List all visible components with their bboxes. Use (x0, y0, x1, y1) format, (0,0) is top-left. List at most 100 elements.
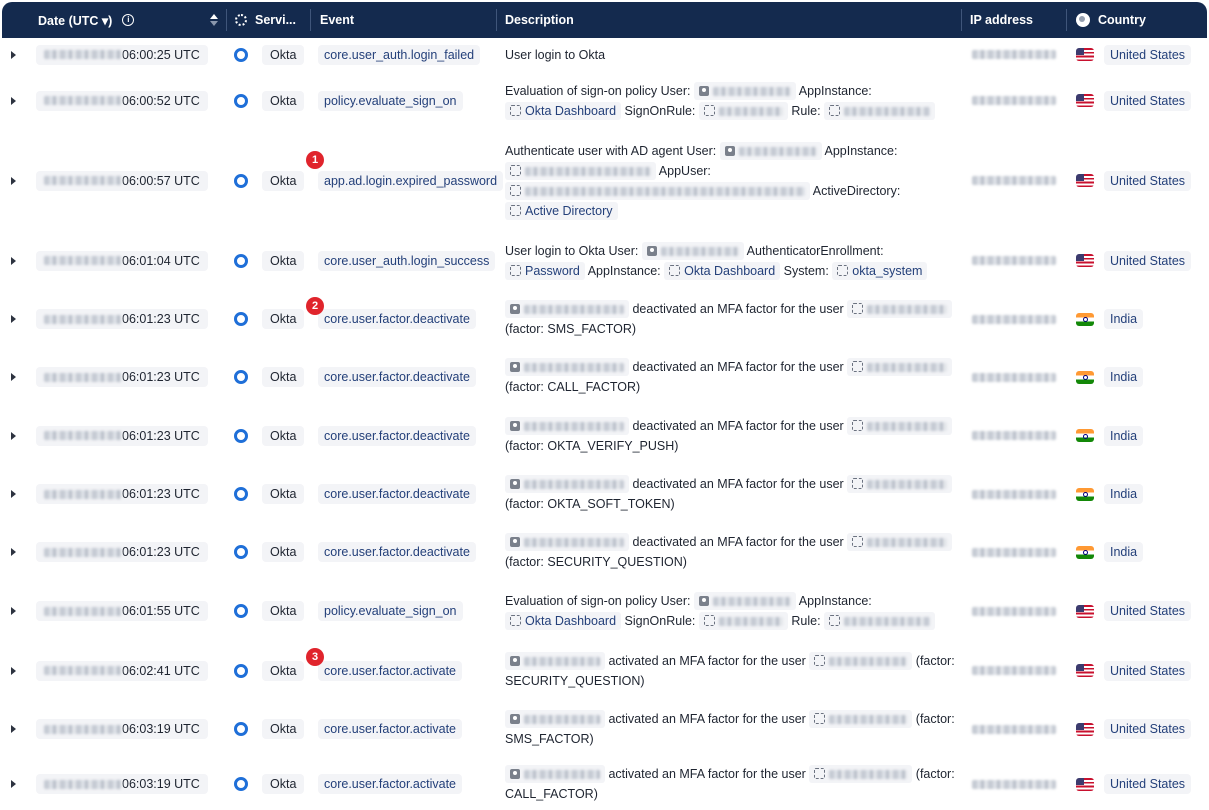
date-chip: 06:01:23 UTC (36, 484, 208, 504)
annotation-marker-1: 1 (306, 151, 324, 169)
column-header-date[interactable]: Date (UTC ▾) i (38, 2, 135, 38)
event-chip[interactable]: policy.evaluate_sign_on (318, 601, 463, 621)
date-chip: 06:02:41 UTC (36, 660, 208, 681)
date-chip: 06:01:04 UTC (36, 250, 208, 271)
event-description: activated an MFA factor for the user (fa… (505, 710, 955, 746)
okta-icon (234, 253, 248, 268)
ip-address (972, 547, 1056, 557)
event-chip[interactable]: core.user.factor.activate (318, 660, 463, 681)
ip-address (972, 372, 1056, 382)
column-header-service[interactable]: Servi... (235, 2, 296, 38)
table-row[interactable]: 1 06:00:57 UTC Okta app.ad.login.expired… (0, 130, 1209, 232)
india-flag-icon (1076, 312, 1094, 326)
okta-icon (234, 663, 248, 678)
event-description: Evaluation of sign-on policy User: AppIn… (505, 591, 936, 631)
ip-address (972, 666, 1056, 675)
event-chip[interactable]: core.user.factor.activate (318, 719, 463, 739)
date-chip: 06:01:23 UTC (36, 425, 208, 446)
us-flag-icon (1076, 722, 1094, 736)
column-header-description[interactable]: Description (505, 2, 574, 38)
column-header-ip[interactable]: IP address (970, 2, 1033, 38)
expand-row-icon[interactable] (11, 607, 16, 615)
event-chip[interactable]: core.user.factor.deactivate (318, 484, 476, 504)
event-description: User login to Okta User: AuthenticatorEn… (505, 241, 928, 281)
date-chip: 06:01:55 UTC (36, 601, 208, 621)
india-flag-icon (1076, 370, 1094, 384)
ip-address (972, 314, 1056, 324)
ip-address (972, 50, 1056, 59)
ip-address (972, 176, 1056, 185)
ip-address (972, 606, 1056, 616)
table-row[interactable]: 06:01:23 UTC Okta core.user.factor.deact… (0, 348, 1209, 407)
event-chip[interactable]: core.user.factor.deactivate (318, 367, 476, 387)
table-row[interactable]: 06:03:19 UTC Okta core.user.factor.activ… (0, 700, 1209, 759)
expand-row-icon[interactable] (11, 256, 16, 265)
expand-row-icon[interactable] (11, 490, 16, 498)
event-description: deactivated an MFA factor for the user (… (505, 474, 953, 514)
column-header-event[interactable]: Event (320, 2, 354, 38)
table-row[interactable]: 06:01:04 UTC Okta core.user_auth.login_s… (0, 231, 1209, 291)
expand-row-icon[interactable] (11, 373, 16, 381)
event-chip[interactable]: core.user.factor.deactivate (318, 542, 476, 562)
event-chip[interactable]: policy.evaluate_sign_on (318, 90, 463, 111)
event-chip[interactable]: core.user.factor.deactivate (318, 309, 476, 329)
table-row[interactable]: 3 06:02:41 UTC Okta core.user.factor.act… (0, 641, 1209, 701)
sort-control[interactable] (204, 2, 218, 38)
event-chip[interactable]: core.user.factor.deactivate (318, 425, 476, 446)
event-chip[interactable]: core.user_auth.login_success (318, 250, 496, 271)
event-chip[interactable]: app.ad.login.expired_password (318, 170, 504, 191)
okta-icon (234, 604, 248, 618)
event-chip[interactable]: core.user_auth.login_failed (318, 44, 481, 65)
ad-entity[interactable]: Active Directory (505, 201, 618, 220)
event-description: Evaluation of sign-on policy User: AppIn… (505, 81, 936, 121)
okta-icon (234, 777, 248, 791)
okta-icon (234, 370, 248, 384)
event-chip[interactable]: core.user.factor.activate (318, 774, 463, 794)
expand-row-icon[interactable] (11, 176, 16, 185)
okta-icon (234, 487, 248, 501)
annotation-marker-3: 3 (306, 648, 324, 666)
expand-row-icon[interactable] (11, 431, 16, 440)
table-row[interactable]: 06:03:19 UTC Okta core.user.factor.activ… (0, 758, 1209, 810)
app-entity[interactable]: Okta Dashboard (505, 101, 622, 120)
app-entity[interactable]: Okta Dashboard (505, 612, 622, 630)
us-flag-icon (1076, 48, 1094, 61)
table-row[interactable]: 2 06:01:23 UTC Okta core.user.factor.dea… (0, 290, 1209, 349)
table-row[interactable]: 06:01:23 UTC Okta core.user.factor.deact… (0, 406, 1209, 466)
column-header-country[interactable]: Country (1076, 2, 1146, 38)
annotation-marker-2: 2 (306, 297, 324, 315)
ip-address (972, 724, 1056, 734)
ip-address (972, 779, 1056, 789)
event-description: Authenticate user with AD agent User: Ap… (505, 141, 901, 220)
date-chip: 06:01:23 UTC (36, 367, 208, 387)
expand-row-icon[interactable] (11, 780, 16, 788)
date-chip: 06:00:25 UTC (36, 44, 208, 65)
event-description: deactivated an MFA factor for the user (… (505, 299, 953, 339)
expand-row-icon[interactable] (11, 548, 16, 556)
expand-row-icon[interactable] (11, 96, 16, 105)
expand-row-icon[interactable] (11, 725, 16, 733)
expand-row-icon[interactable] (11, 666, 16, 675)
table-row[interactable]: 06:01:23 UTC Okta core.user.factor.deact… (0, 465, 1209, 524)
event-description: activated an MFA factor for the user (fa… (505, 765, 955, 801)
info-icon[interactable]: i (122, 14, 135, 26)
event-description: deactivated an MFA factor for the user (… (505, 416, 953, 456)
table-row[interactable]: 06:00:52 UTC Okta policy.evaluate_sign_o… (0, 71, 1209, 131)
table-row[interactable]: 06:01:23 UTC Okta core.user.factor.deact… (0, 523, 1209, 582)
table-row[interactable]: 06:00:25 UTC Okta core.user_auth.login_f… (0, 38, 1209, 72)
password-entity[interactable]: Password (505, 261, 585, 280)
expand-row-icon[interactable] (11, 50, 16, 59)
system-entity[interactable]: okta_system (832, 261, 928, 280)
sort-icon (210, 14, 218, 26)
app-entity[interactable]: Okta Dashboard (664, 261, 781, 280)
expand-row-icon[interactable] (11, 315, 16, 323)
date-chip: 06:01:23 UTC (36, 309, 208, 329)
india-flag-icon (1076, 429, 1094, 442)
us-flag-icon (1076, 604, 1094, 618)
date-chip: 06:00:57 UTC (36, 170, 208, 191)
date-chip: 06:03:19 UTC (36, 774, 208, 794)
india-flag-icon (1076, 487, 1094, 501)
service-icon (235, 14, 247, 26)
ip-address (972, 489, 1056, 499)
table-row[interactable]: 06:01:55 UTC Okta policy.evaluate_sign_o… (0, 581, 1209, 642)
